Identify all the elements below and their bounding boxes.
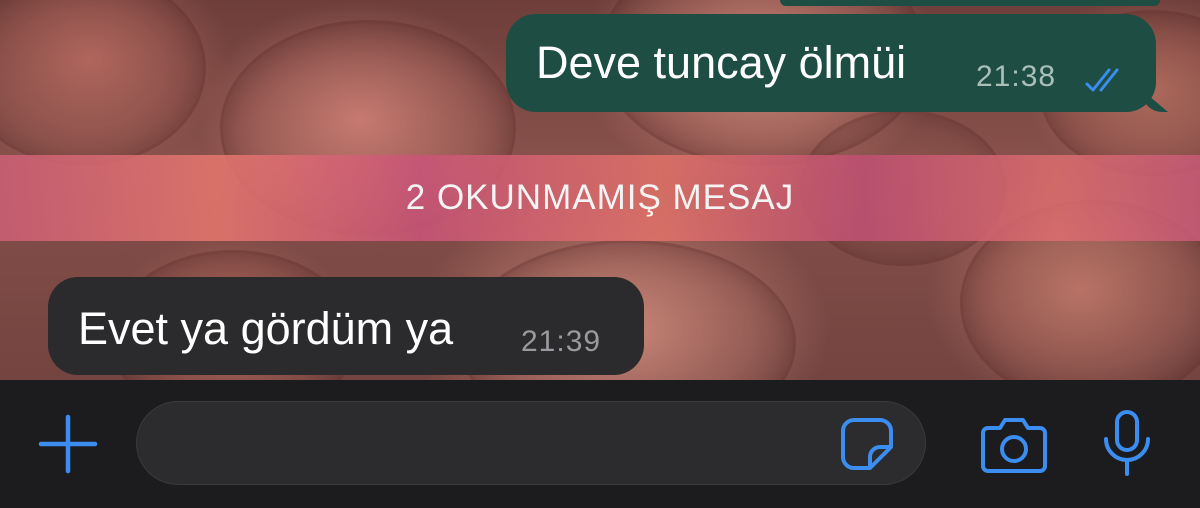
microphone-icon[interactable] bbox=[1101, 409, 1153, 477]
message-timestamp: 21:38 bbox=[976, 60, 1057, 93]
plus-icon[interactable] bbox=[37, 413, 99, 475]
camera-icon[interactable] bbox=[980, 414, 1048, 474]
message-text: Evet ya gördüm ya bbox=[78, 303, 454, 354]
unread-divider-label: 2 OKUNMAMIŞ MESAJ bbox=[405, 178, 795, 217]
incoming-message-bubble[interactable]: Evet ya gördüm ya 21:39 bbox=[48, 277, 644, 375]
read-double-check-icon bbox=[1085, 62, 1129, 94]
outgoing-message-bubble[interactable]: Deve tuncay ölmüi 21:38 bbox=[506, 14, 1156, 112]
previous-message-bubble-edge bbox=[780, 0, 1160, 6]
message-timestamp: 21:39 bbox=[521, 325, 602, 358]
message-text: Deve tuncay ölmüi bbox=[536, 37, 907, 88]
unread-messages-divider: 2 OKUNMAMIŞ MESAJ bbox=[0, 155, 1200, 241]
message-input[interactable] bbox=[136, 401, 926, 485]
sticker-icon[interactable] bbox=[840, 417, 894, 471]
wallpaper-rose bbox=[0, 0, 206, 166]
